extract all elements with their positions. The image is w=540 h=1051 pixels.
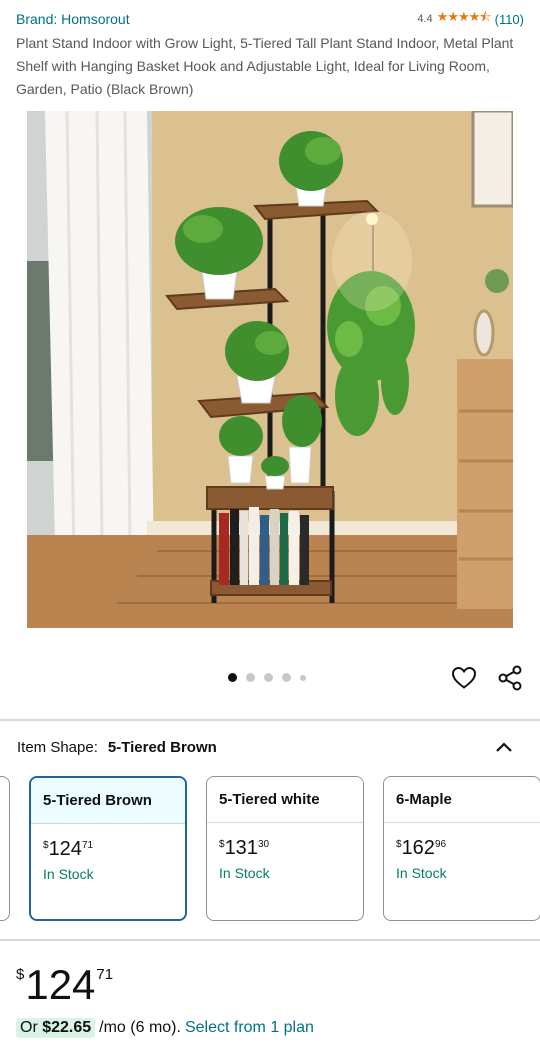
rating-count[interactable]: (110) [495,12,524,27]
rating-summary[interactable]: 4.4 ★★★★⯪ (110) [417,8,524,30]
carousel-dot[interactable] [264,673,273,682]
price-fraction: 96 [434,839,447,850]
item-shape-selected-value: 5-Tiered Brown [107,738,217,756]
variant-name: 5-Tiered Brown [31,778,185,824]
installment-amount: $22.65 [42,1019,92,1036]
section-divider [0,719,540,721]
chevron-up-icon [496,742,512,752]
variant-stock-status: In Stock [43,866,94,882]
carousel-dot[interactable] [300,674,306,681]
favorite-button[interactable] [450,664,478,692]
variant-price: $ 162 96 [396,837,540,859]
brand-link[interactable]: Brand: Homsorout [16,11,130,27]
installment-prefix: Or [20,1019,43,1036]
carousel-dot[interactable] [246,673,255,682]
price-whole: 131 [224,837,258,859]
variant-stock-status: In Stock [396,865,447,881]
product-title: Plant Stand Indoor with Grow Light, 5-Ti… [16,35,514,97]
price-symbol: $ [16,966,25,983]
installment-offer: Or $22.65 /mo (6 mo). Select from 1 plan [16,1018,314,1038]
variant-name: 5-Tiered white [207,777,363,823]
variant-card[interactable]: 5-Tiered Brown $ 124 71 In Stock [29,776,187,921]
section-divider [0,939,540,941]
price-fraction: 71 [96,966,114,983]
image-carousel-dots[interactable] [228,673,306,682]
star-rating-icon: ★★★★⯪ [436,9,492,24]
product-image[interactable] [27,111,513,628]
carousel-dot[interactable] [282,673,291,682]
brand-row: Brand: Homsorout 4.4 ★★★★⯪ (110) [16,8,524,30]
select-plan-link[interactable]: Select from 1 plan [185,1019,314,1037]
item-shape-label: Item Shape: [17,738,98,756]
price-whole: 162 [401,837,435,859]
installment-amount-badge: Or $22.65 [16,1018,96,1038]
share-button[interactable] [496,664,524,692]
price-whole: 124 [25,961,96,1008]
collapse-button[interactable] [492,735,516,759]
heart-icon [451,666,477,689]
installment-period: /mo (6 mo). [99,1019,181,1036]
price-fraction: 30 [257,839,270,850]
variant-stock-status: In Stock [219,865,270,881]
item-shape-header[interactable]: Item Shape: 5-Tiered Brown [17,735,524,759]
variant-card[interactable]: 6-Maple $ 162 96 In Stock [383,776,540,921]
main-price: $ 124 71 [16,962,113,1008]
variant-name: 6-Maple [384,777,540,823]
variant-card[interactable]: 5-Tiered white $ 131 30 In Stock [206,776,364,921]
carousel-dot[interactable] [228,673,237,682]
variant-price: $ 131 30 [219,837,363,859]
price-whole: 124 [48,838,82,860]
variant-card-partial[interactable] [0,776,10,921]
price-fraction: 71 [81,840,94,851]
rating-value: 4.4 [417,13,433,25]
variant-price: $ 124 71 [43,838,185,860]
share-icon [498,665,522,691]
